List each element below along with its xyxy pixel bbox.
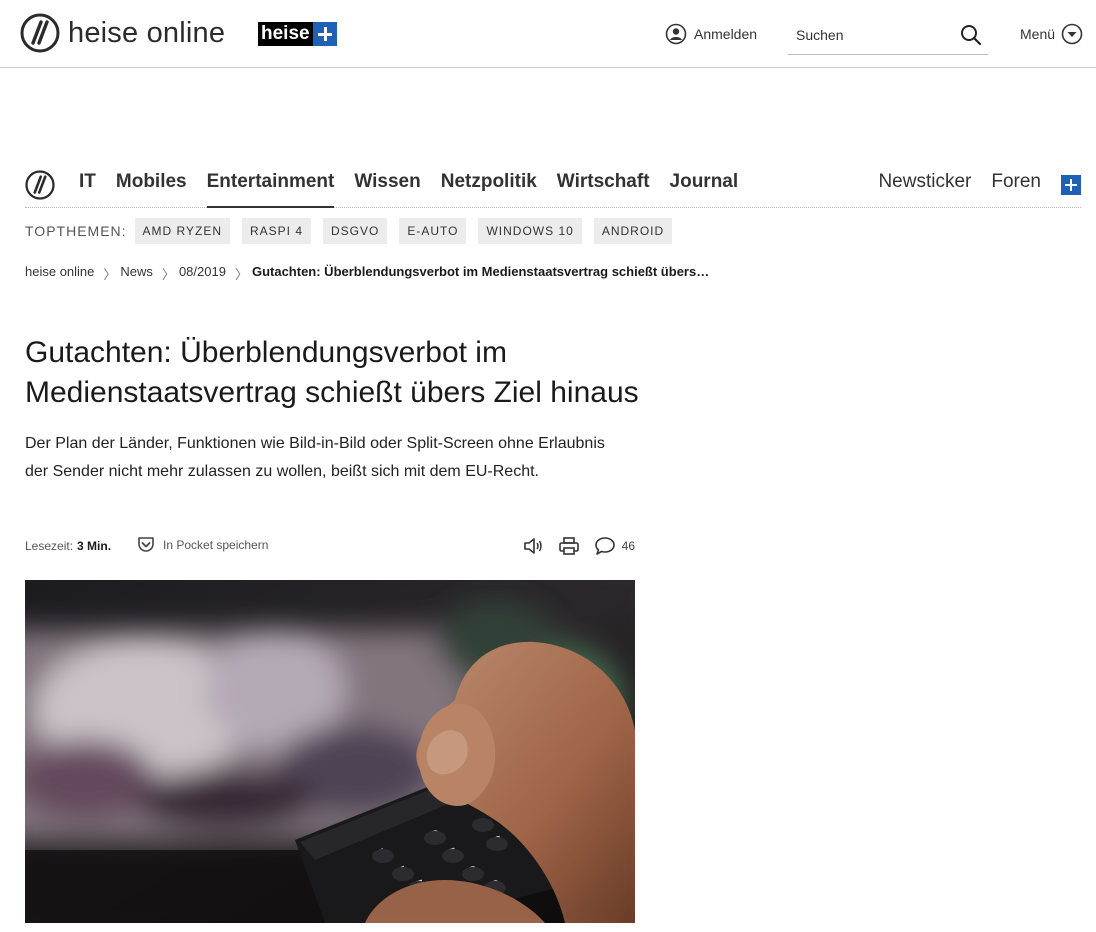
topics-label: TOPTHEMEN: [25, 223, 127, 239]
menu-button[interactable]: Menü [1020, 23, 1083, 45]
login-link[interactable]: Anmelden [665, 23, 757, 45]
comment-icon[interactable] [594, 535, 616, 557]
nav-item-newsticker[interactable]: Newsticker [878, 171, 971, 208]
read-time-label: Lesezeit: [25, 539, 74, 553]
heise-logo-icon [20, 13, 60, 53]
heise-plus-logo[interactable]: heise [258, 22, 337, 46]
plus-icon [312, 22, 337, 46]
topic-tag[interactable]: WINDOWS 10 [478, 218, 582, 244]
pocket-icon [138, 537, 154, 552]
breadcrumb-separator: 〉 [103, 267, 117, 282]
nav-item-netzpolitik[interactable]: Netzpolitik [441, 171, 537, 208]
site-logo[interactable]: heise online [20, 13, 225, 53]
breadcrumb-separator: 〉 [161, 267, 175, 282]
speaker-icon[interactable] [522, 535, 544, 557]
topic-tag[interactable]: RASPI 4 [241, 218, 312, 244]
user-icon [665, 23, 687, 45]
remote-control-photo: 2 3 5 6 1 4 8 7 0 [25, 580, 635, 923]
breadcrumb-item[interactable]: 08/2019 [179, 264, 226, 283]
nav-item-entertainment[interactable]: Entertainment [206, 171, 335, 208]
nav-right: Newsticker Foren [878, 171, 1081, 208]
nav-item-journal[interactable]: Journal [670, 171, 739, 208]
section-nav: IT Mobiles Entertainment Wissen Netzpoli… [25, 163, 1081, 208]
nav-item-foren[interactable]: Foren [991, 171, 1041, 208]
read-time: Lesezeit: 3 Min. [25, 539, 111, 553]
plus-badge-text: heise [258, 22, 313, 46]
search-box [788, 18, 988, 55]
breadcrumb-item[interactable]: News [120, 264, 153, 283]
top-topics: TOPTHEMEN: AMD RYZEN RASPI 4 DSGVO E-AUT… [25, 218, 684, 244]
login-label: Anmelden [694, 26, 758, 42]
topic-tag[interactable]: AMD RYZEN [134, 218, 230, 244]
menu-label: Menü [1020, 26, 1056, 42]
search-input[interactable] [788, 18, 948, 52]
site-header: heise online heise Anmelden Menü [0, 0, 1096, 68]
nav-item-it[interactable]: IT [79, 171, 96, 208]
breadcrumb-current: Gutachten: Überblendungsverbot im Medien… [251, 264, 710, 279]
breadcrumb-separator: 〉 [234, 267, 248, 282]
nav-items: IT Mobiles Entertainment Wissen Netzpoli… [79, 171, 758, 208]
plus-icon[interactable] [1061, 175, 1081, 195]
topic-tag[interactable]: DSGVO [323, 218, 388, 244]
nav-item-mobiles[interactable]: Mobiles [116, 171, 187, 208]
chevron-down-icon [1061, 23, 1083, 45]
article-actions: 46 [508, 535, 635, 557]
article-hero-image: 2 3 5 6 1 4 8 7 0 [25, 580, 635, 923]
nav-item-wissen[interactable]: Wissen [354, 171, 420, 208]
comment-count[interactable]: 46 [622, 539, 635, 553]
read-time-value: 3 Min. [77, 539, 112, 553]
nav-item-wirtschaft[interactable]: Wirtschaft [557, 171, 650, 208]
topic-tag[interactable]: E-AUTO [399, 218, 467, 244]
topic-tag[interactable]: ANDROID [593, 218, 673, 244]
breadcrumb: heise online 〉 News 〉 08/2019 〉 Gutachte… [25, 264, 709, 283]
print-icon[interactable] [558, 535, 580, 557]
pocket-save-button[interactable]: In Pocket speichern [136, 535, 268, 555]
article-meta: Lesezeit: 3 Min. In Pocket speichern 46 [25, 534, 635, 558]
heise-logo-icon[interactable] [25, 170, 55, 200]
search-icon[interactable] [960, 24, 982, 46]
pocket-label: In Pocket speichern [163, 538, 269, 552]
article-lead: Der Plan der Länder, Funktionen wie Bild… [25, 435, 605, 480]
article-headline: Gutachten: Überblendungsverbot im Medien… [25, 336, 639, 409]
breadcrumb-item[interactable]: heise online [25, 264, 94, 283]
brand-name: heise online [68, 16, 226, 49]
